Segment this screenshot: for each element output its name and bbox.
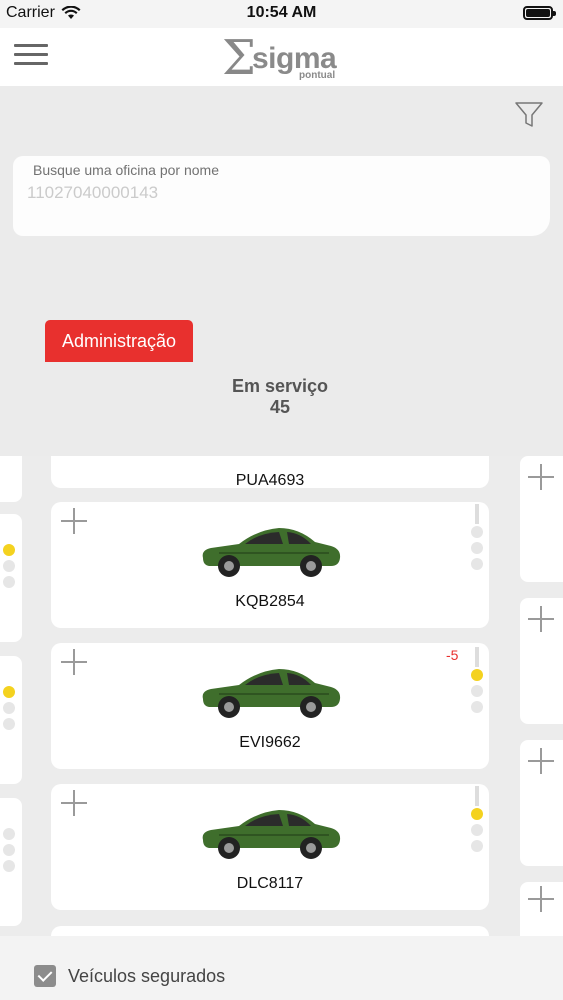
top-panel: Busque uma oficina por nome Administraçã… [0, 86, 563, 456]
column-header: Em serviço 45 [0, 376, 560, 418]
right-column-card[interactable] [520, 598, 563, 724]
column-title: Em serviço [231, 376, 329, 396]
plus-icon[interactable] [528, 886, 554, 912]
plus-icon[interactable] [528, 464, 554, 490]
insured-vehicles-checkbox[interactable]: Veículos segurados [34, 965, 225, 987]
plus-icon[interactable] [528, 748, 554, 774]
right-column-card[interactable] [520, 456, 563, 582]
sigma-logo: Σ sigma pontual [222, 30, 337, 86]
logo-subtitle: pontual [299, 70, 336, 81]
insured-vehicles-label: Veículos segurados [68, 965, 226, 986]
traffic-light-icon [2, 802, 16, 872]
bottom-filter-panel: Veículos segurados [0, 936, 563, 1000]
left-column-card[interactable] [0, 514, 22, 642]
traffic-light-icon [2, 660, 16, 730]
car-icon [202, 810, 341, 859]
funnel-filter-icon[interactable] [514, 100, 544, 130]
kanban-board[interactable]: PUA4693 KQB2854 -5 EVI9662 DLC8117 [0, 456, 563, 936]
column-count: 45 [269, 397, 291, 417]
plus-icon[interactable] [528, 606, 554, 632]
status-bar: Carrier 10:54 AM [0, 0, 563, 28]
vehicle-card[interactable] [51, 926, 489, 936]
traffic-light-icon [470, 504, 484, 574]
right-column-card[interactable] [520, 740, 563, 866]
battery-icon [523, 6, 556, 20]
checkbox-checked-icon[interactable] [34, 965, 56, 987]
vehicle-plate: PUA4693 [235, 472, 305, 489]
vehicle-plate: EVI9662 [239, 734, 301, 751]
tab-administracao[interactable]: Administração [45, 320, 193, 362]
left-column-card[interactable] [0, 656, 22, 784]
vehicle-card[interactable]: KQB2854 [51, 502, 489, 628]
traffic-light-icon [470, 647, 484, 717]
vehicle-card[interactable]: -5 EVI9662 [51, 643, 489, 769]
traffic-light-icon [2, 518, 16, 588]
plus-icon[interactable] [61, 508, 87, 534]
plus-icon[interactable] [61, 790, 87, 816]
left-column-card[interactable] [0, 798, 22, 926]
delay-badge: -5 [446, 647, 459, 663]
hamburger-menu-icon[interactable] [14, 44, 48, 68]
search-box: Busque uma oficina por nome [13, 156, 550, 236]
search-input[interactable] [27, 180, 527, 206]
traffic-light-icon [470, 786, 484, 856]
app-header: Σ sigma pontual [0, 28, 563, 86]
right-column-card[interactable] [520, 882, 563, 936]
left-column-card[interactable] [0, 456, 22, 502]
car-icon [202, 528, 341, 577]
plus-icon[interactable] [61, 649, 87, 675]
vehicle-card[interactable]: PUA4693 [51, 456, 489, 489]
clock: 10:54 AM [246, 4, 317, 21]
search-label: Busque uma oficina por nome [33, 162, 219, 178]
vehicle-card[interactable]: DLC8117 [51, 784, 489, 910]
vehicle-plate: KQB2854 [235, 593, 305, 610]
vehicle-plate: DLC8117 [236, 875, 304, 892]
car-icon [202, 669, 341, 718]
